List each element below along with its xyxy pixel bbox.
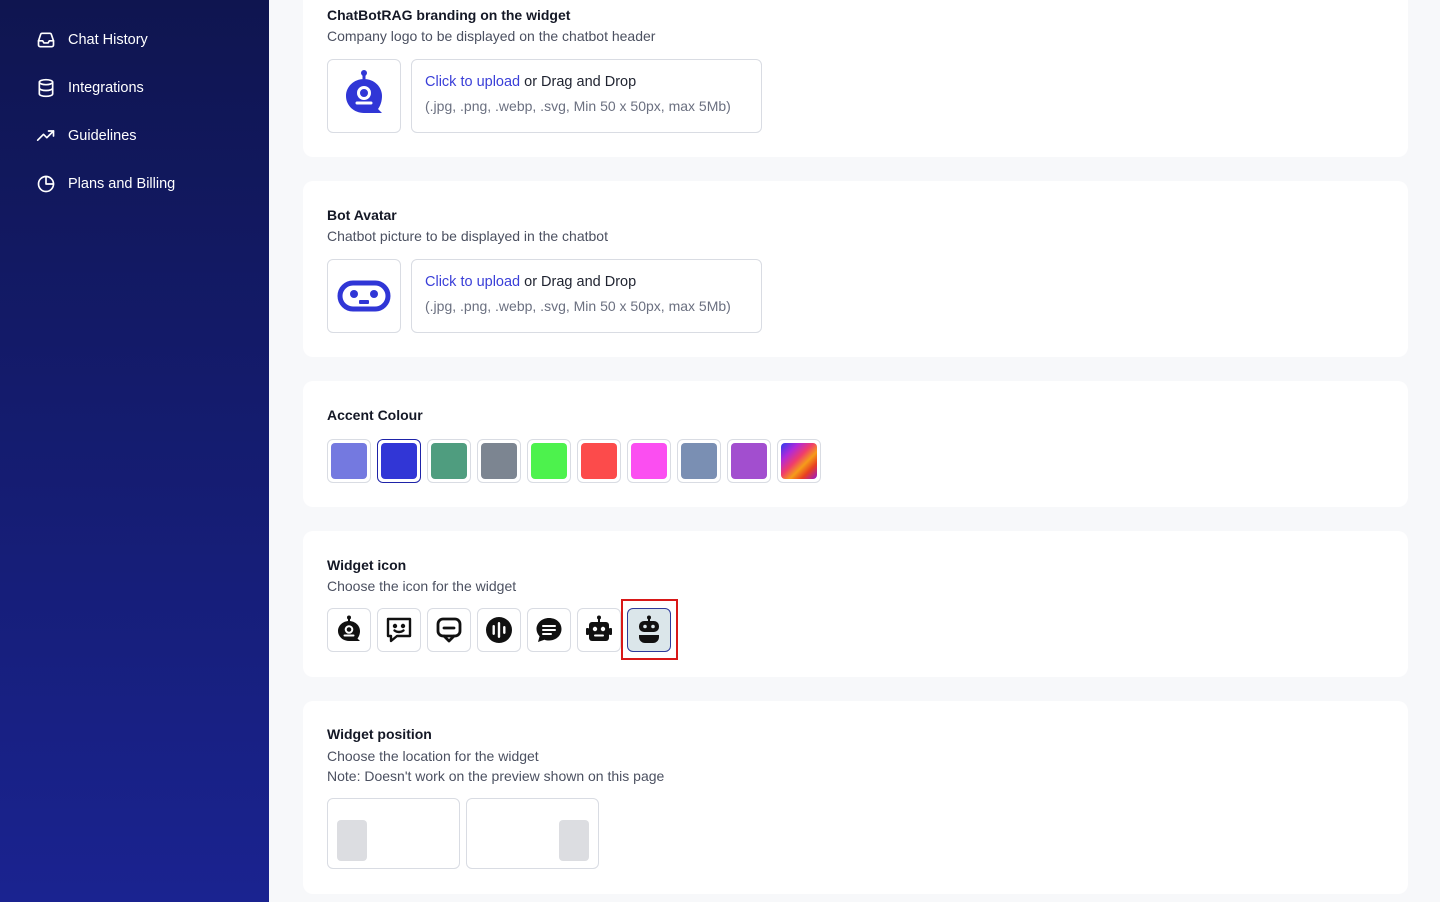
inbox-icon <box>37 32 55 48</box>
robot-mask-icon <box>337 280 391 312</box>
clock-pie-icon <box>37 175 55 193</box>
robot-head-icon <box>586 615 612 641</box>
upload-hint: (.jpg, .png, .webp, .svg, Min 50 x 50px,… <box>425 98 731 114</box>
logo-click-to-upload-link[interactable]: Click to upload <box>425 74 520 90</box>
widget-position-description: Choose the location for the widget <box>327 748 539 764</box>
widget-icon-card: Widget icon Choose the icon for the widg… <box>303 531 1408 677</box>
position-option-right[interactable] <box>466 798 599 869</box>
upload-drag-text: or Drag and Drop <box>520 74 637 90</box>
smile-message-icon <box>386 617 412 643</box>
chat-square-icon <box>436 617 462 643</box>
sidebar-item-plans-billing[interactable]: Plans and Billing <box>36 174 175 194</box>
widget-placeholder <box>337 820 367 861</box>
widget-position-card: Widget position Choose the location for … <box>303 701 1408 894</box>
bot-avatar-preview <box>327 259 401 333</box>
bot-avatar-title: Bot Avatar <box>327 207 397 223</box>
robot-face-icon <box>639 615 659 643</box>
accent-colour-card: Accent Colour <box>303 381 1408 507</box>
trending-up-icon <box>36 130 55 141</box>
widget-icon-option-audio-wave[interactable] <box>477 608 521 652</box>
company-logo-preview <box>327 59 401 133</box>
message-lines-icon <box>536 618 562 642</box>
color-swatch-gray[interactable] <box>477 439 521 483</box>
color-swatch-blue[interactable] <box>377 439 421 483</box>
logo-upload-dropzone[interactable]: Click to upload or Drag and Drop (.jpg, … <box>411 59 762 133</box>
sidebar-item-chat-history[interactable]: Chat History <box>36 30 148 50</box>
sidebar-item-label: Chat History <box>68 32 148 48</box>
audio-wave-icon <box>486 617 512 643</box>
widget-icon-option-robot-face[interactable] <box>627 608 671 652</box>
sidebar: Chat History Integrations Guidelines Pla… <box>0 0 269 902</box>
branding-card: ChatBotRAG branding on the widget Compan… <box>303 0 1408 157</box>
widget-icon-option-robot-head[interactable] <box>577 608 621 652</box>
widget-position-title: Widget position <box>327 726 432 742</box>
widget-icon-option-message-lines[interactable] <box>527 608 571 652</box>
bot-avatar-card: Bot Avatar Chatbot picture to be display… <box>303 181 1408 357</box>
color-swatch-slate[interactable] <box>677 439 721 483</box>
widget-icon-description: Choose the icon for the widget <box>327 578 517 594</box>
sidebar-item-label: Integrations <box>68 80 144 96</box>
color-swatch-lime[interactable] <box>527 439 571 483</box>
avatar-click-to-upload-link[interactable]: Click to upload <box>425 274 520 290</box>
widget-icon-option-smile-message[interactable] <box>377 608 421 652</box>
color-swatch-red[interactable] <box>577 439 621 483</box>
color-swatch-green[interactable] <box>427 439 471 483</box>
database-icon <box>38 78 54 98</box>
widget-icon-option-chat-square[interactable] <box>427 608 471 652</box>
robot-bubble-logo-icon <box>346 70 382 113</box>
settings-main: ChatBotRAG branding on the widget Compan… <box>269 0 1440 902</box>
branding-description: Company logo to be displayed on the chat… <box>327 28 656 44</box>
accent-colour-title: Accent Colour <box>327 407 423 423</box>
sidebar-item-label: Guidelines <box>68 128 137 144</box>
bot-avatar-description: Chatbot picture to be displayed in the c… <box>327 228 608 244</box>
widget-position-note: Note: Doesn't work on the preview shown … <box>327 768 665 784</box>
color-swatch-pink[interactable] <box>627 439 671 483</box>
upload-hint: (.jpg, .png, .webp, .svg, Min 50 x 50px,… <box>425 298 731 314</box>
widget-placeholder <box>559 820 589 861</box>
sidebar-item-integrations[interactable]: Integrations <box>36 78 144 98</box>
color-swatch-purple[interactable] <box>727 439 771 483</box>
color-swatch-periwinkle[interactable] <box>327 439 371 483</box>
widget-icon-title: Widget icon <box>327 557 407 573</box>
avatar-upload-dropzone[interactable]: Click to upload or Drag and Drop (.jpg, … <box>411 259 762 333</box>
sidebar-item-label: Plans and Billing <box>68 176 176 192</box>
widget-icon-option-robot-bubble[interactable] <box>327 608 371 652</box>
color-swatch-gradient[interactable] <box>777 439 821 483</box>
robot-bubble-icon <box>338 615 360 641</box>
upload-drag-text: or Drag and Drop <box>520 274 637 290</box>
sidebar-item-guidelines[interactable]: Guidelines <box>36 126 137 146</box>
branding-title: ChatBotRAG branding on the widget <box>327 7 571 23</box>
position-option-left[interactable] <box>327 798 460 869</box>
